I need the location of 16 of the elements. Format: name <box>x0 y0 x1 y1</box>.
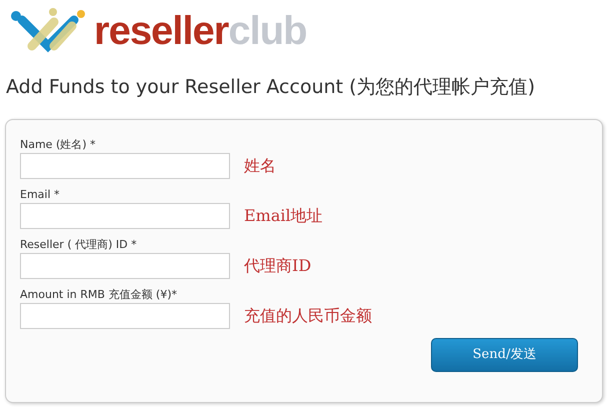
send-button[interactable]: Send/发送 <box>431 338 578 372</box>
page-title: Add Funds to your Reseller Account (为您的代理帐户充值) <box>6 76 536 99</box>
field-label: Name (姓名) * <box>20 138 97 152</box>
logo-icon <box>8 8 86 54</box>
field-hint: 姓名 <box>244 154 276 177</box>
field-hint: 代理商ID <box>244 254 312 277</box>
input-field[interactable] <box>20 152 230 179</box>
input-field[interactable] <box>20 252 230 279</box>
field-label: Amount in RMB 充值金额 (¥)* <box>20 288 178 302</box>
input-field[interactable] <box>20 302 230 329</box>
logo-wordmark: resellerclub <box>94 11 307 51</box>
input-field[interactable] <box>20 202 230 229</box>
field-label: Reseller ( 代理商) ID * <box>20 238 138 252</box>
field-label: Email * <box>20 188 61 202</box>
field-hint: Email地址 <box>244 204 323 227</box>
field-hint: 充值的人民币金额 <box>244 304 372 327</box>
